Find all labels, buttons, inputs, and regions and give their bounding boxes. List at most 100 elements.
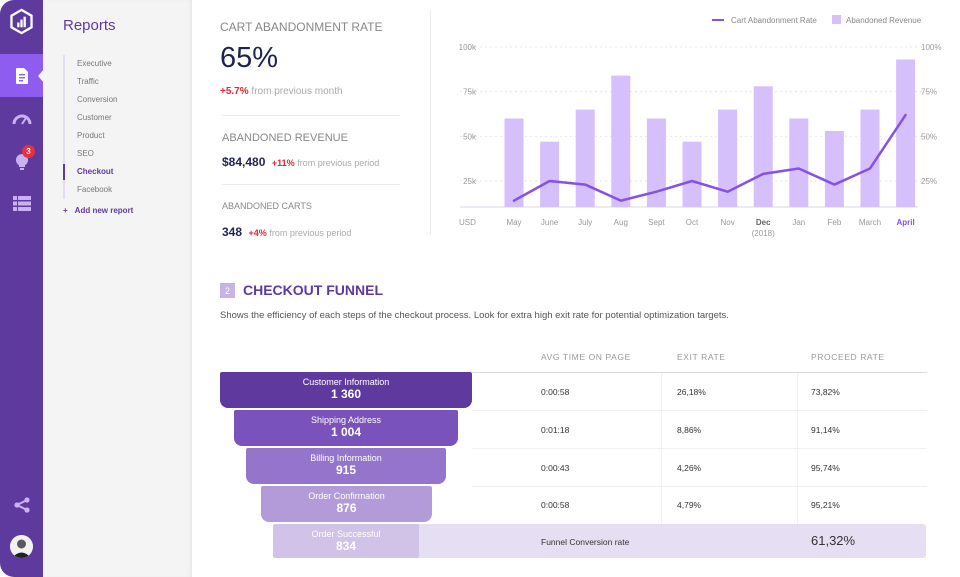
speedometer-icon [12, 114, 31, 125]
divider [222, 115, 400, 116]
revenue-label: ABANDONED REVENUE [222, 132, 348, 144]
x-tick-label: June [541, 218, 559, 227]
right-tick-label: 75% [921, 88, 937, 97]
step-name: Order Successful [311, 529, 381, 539]
sidebar-item-executive[interactable]: Executive [65, 55, 117, 73]
section-number: 2 [220, 283, 235, 298]
funnel-step[interactable]: Billing Information 915 [246, 448, 446, 484]
sidebar-item-product[interactable]: Product [65, 127, 117, 145]
list-icon [12, 196, 31, 211]
left-tick-label: 100k [459, 43, 477, 52]
proceed-rate: 91,14% [811, 425, 840, 435]
add-report-label: Add new report [74, 206, 134, 215]
column-header-exit-rate: EXIT RATE [677, 352, 726, 362]
bar [896, 59, 916, 207]
funnel-step[interactable]: Shipping Address 1 004 [234, 410, 458, 446]
bar [575, 109, 595, 207]
sidebar-item-conversion[interactable]: Conversion [65, 91, 117, 109]
step-count: 1 360 [330, 387, 362, 401]
exit-rate: 4,79% [677, 500, 702, 510]
x-tick-label: Feb [828, 218, 842, 227]
section-description: Shows the efficiency of each steps of th… [220, 310, 729, 321]
logo-icon[interactable] [8, 8, 35, 35]
conversion-label: Funnel Conversion rate [541, 537, 630, 547]
plus-icon: + [63, 206, 68, 215]
rate-delta-text: from previous month [251, 86, 343, 97]
right-tick-label: 25% [921, 177, 937, 186]
column-header-proceed-rate: PROCEED RATE [811, 352, 885, 362]
exit-rate: 8,86% [677, 425, 702, 435]
share-icon [13, 496, 30, 513]
report-list: Executive Traffic Conversion Customer Pr… [62, 55, 117, 199]
bar [611, 75, 631, 207]
row-divider [472, 486, 927, 487]
sidebar-item-customer[interactable]: Customer [65, 109, 117, 127]
revenue-value: $84,480 [222, 155, 266, 169]
funnel-step[interactable]: Customer Information 1 360 [220, 372, 472, 408]
avatar[interactable] [10, 535, 33, 558]
nav-dashboard[interactable] [0, 97, 43, 140]
sidebar-item-traffic[interactable]: Traffic [65, 73, 117, 91]
x-tick-label: Sept [648, 218, 665, 227]
reports-sidebar: Reports Executive Traffic Conversion Cus… [43, 0, 192, 577]
funnel-step[interactable]: Order Successful 834 [273, 524, 419, 558]
divider [222, 184, 400, 185]
carts-label: ABANDONED CARTS [222, 201, 312, 211]
nav-insights[interactable]: 3 [0, 140, 43, 183]
rate-label: CART ABANDONMENT RATE [220, 20, 383, 34]
proceed-rate: 73,82% [811, 387, 840, 397]
column-header-avg-time: AVG TIME ON PAGE [541, 352, 631, 362]
x-tick-label: May [506, 218, 521, 227]
sidebar-title: Reports [63, 17, 116, 34]
row-divider [472, 410, 927, 411]
x-tick-sublabel: (2018) [752, 229, 775, 238]
x-axis-unit-label: USD [459, 218, 476, 227]
bar [682, 141, 702, 207]
nav-list[interactable] [0, 182, 43, 225]
bar [789, 118, 809, 207]
right-tick-label: 100% [921, 43, 941, 52]
exit-rate: 26,18% [677, 387, 706, 397]
avg-time: 0:00:58 [541, 500, 570, 510]
left-tick-label: 25k [463, 177, 477, 186]
icon-rail: 3 [0, 0, 44, 577]
conversion-value: 61,32% [811, 533, 856, 548]
x-tick-label: Aug [614, 218, 628, 227]
step-count: 915 [335, 463, 357, 477]
carts-value: 348 [222, 225, 243, 239]
rate-delta-value: +5.7% [220, 86, 249, 97]
nav-reports[interactable] [0, 54, 44, 97]
row-divider [472, 448, 927, 449]
bar [504, 118, 524, 207]
step-count: 834 [335, 539, 357, 553]
step-name: Order Confirmation [308, 491, 385, 501]
vertical-divider [430, 10, 431, 235]
add-report-button[interactable]: + Add new report [63, 206, 133, 215]
legend-label: Cart Abandonment Rate [731, 16, 817, 25]
legend-label: Abandoned Revenue [846, 16, 922, 25]
avg-time: 0:00:58 [541, 387, 570, 397]
sidebar-item-facebook[interactable]: Facebook [65, 181, 117, 199]
x-tick-label: Dec [756, 218, 771, 227]
bar [540, 141, 560, 207]
x-tick-label: Nov [720, 218, 734, 227]
rate-delta: +5.7% from previous month [220, 86, 343, 97]
right-tick-label: 50% [921, 132, 937, 141]
funnel-step[interactable]: Order Confirmation 876 [261, 486, 432, 522]
sidebar-item-seo[interactable]: SEO [65, 145, 117, 163]
step-count: 876 [336, 501, 357, 515]
carts-delta: +4% [248, 228, 267, 238]
carts-delta-text: from previous period [269, 228, 352, 238]
proceed-rate: 95,21% [811, 500, 840, 510]
share-button[interactable] [0, 483, 43, 526]
left-tick-label: 50k [463, 132, 477, 141]
revenue-delta-text: from previous period [297, 158, 380, 168]
bar [824, 130, 844, 207]
revenue-row: $84,480 +11% from previous period [222, 155, 379, 169]
x-tick-label: March [859, 218, 881, 227]
x-tick-label: July [578, 218, 592, 227]
x-tick-label: Jan [792, 218, 805, 227]
x-tick-label: April [896, 218, 914, 227]
sidebar-item-checkout[interactable]: Checkout [62, 163, 117, 181]
step-name: Shipping Address [310, 415, 382, 425]
